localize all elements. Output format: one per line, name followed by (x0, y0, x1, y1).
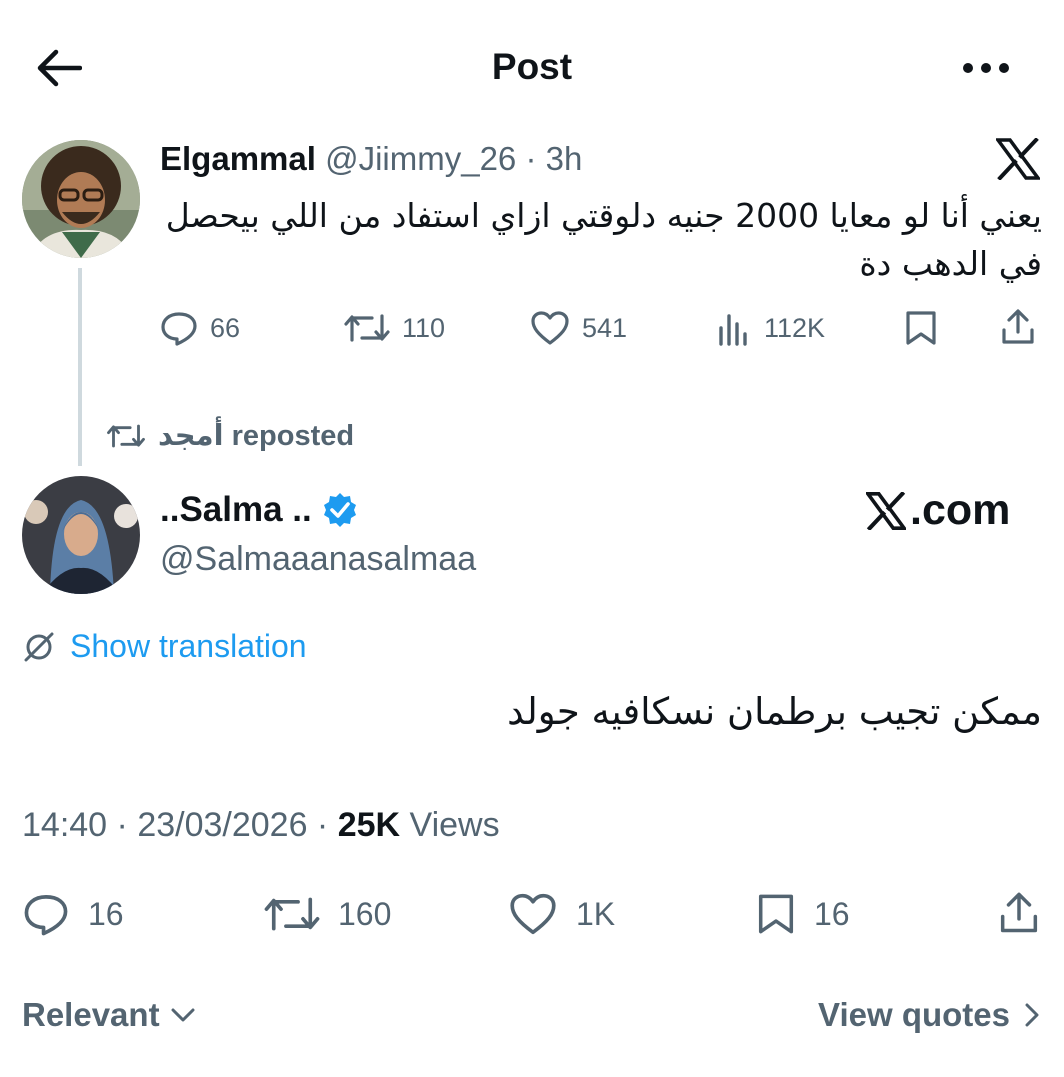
x-logo-icon (996, 138, 1040, 180)
views-icon (719, 314, 747, 346)
meta-separator: · (307, 806, 338, 844)
chevron-down-icon (171, 1008, 195, 1022)
repost-banner: أمجد reposted (106, 418, 354, 453)
chevron-right-icon (1025, 1003, 1039, 1027)
page-title: Post (491, 46, 573, 87)
reply-icon (24, 895, 68, 936)
author-name-row: ..Salma .. (160, 490, 358, 530)
thread-connector-line (78, 268, 82, 466)
post-time[interactable]: 14:40 (22, 806, 107, 844)
watermark: .com (866, 486, 1010, 535)
sort-label: Relevant (22, 996, 160, 1033)
quoted-views-button[interactable]: 112K (716, 310, 825, 346)
quoted-header: Elgammal @Jiimmy_26 · 3h (160, 140, 582, 178)
quoted-bookmark-button[interactable] (904, 310, 938, 346)
watermark-text: .com (910, 486, 1011, 534)
sort-dropdown[interactable]: Relevant (22, 996, 196, 1034)
post-views-count: 25K (337, 806, 401, 844)
repost-icon (264, 897, 320, 931)
post-meta: 14:40 · 23/03/2026 · 25K Views (22, 806, 500, 845)
quoted-text: يعني أنا لو معايا 2000 جنيه دلوقتي ازاي … (165, 196, 1042, 283)
reply-icon (161, 312, 197, 346)
bookmark-button[interactable]: 16 (756, 892, 850, 936)
quoted-separator: · (525, 140, 537, 177)
show-translation-link[interactable]: Show translation (22, 628, 307, 665)
share-icon (1002, 309, 1034, 344)
x-logo-icon (866, 491, 906, 530)
show-translation-label: Show translation (70, 628, 307, 664)
more-icon (963, 63, 1009, 73)
like-button[interactable]: 1K (508, 892, 615, 936)
quoted-display-name[interactable]: Elgammal (160, 140, 316, 177)
author-display-name[interactable]: ..Salma .. (160, 490, 312, 530)
bookmark-count: 16 (814, 895, 850, 932)
post-text: ممكن تجيب برطمان نسكافيه جولد (507, 690, 1042, 733)
meta-separator: · (107, 806, 138, 844)
avatar[interactable] (22, 140, 140, 258)
quoted-handle[interactable]: @Jiimmy_26 (325, 140, 516, 177)
bookmark-icon (906, 311, 936, 345)
quoted-age: 3h (545, 140, 583, 177)
repost-button[interactable]: 160 (264, 892, 391, 936)
reply-button[interactable]: 16 (22, 892, 124, 936)
share-button[interactable] (998, 890, 1040, 936)
translate-icon (24, 632, 54, 661)
repost-count: 160 (338, 895, 392, 932)
bookmark-icon (758, 894, 794, 934)
quoted-repost-button[interactable]: 110 (344, 310, 445, 346)
author-handle[interactable]: @Salmaaanasalmaa (160, 540, 476, 579)
like-icon (510, 893, 556, 935)
quoted-reply-button[interactable]: 66 (160, 310, 240, 346)
post-date[interactable]: 23/03/2026 (137, 806, 307, 844)
share-icon (1000, 892, 1038, 933)
repost-banner-text[interactable]: أمجد reposted (158, 418, 354, 453)
more-button[interactable] (958, 58, 1014, 78)
quoted-repost-count: 110 (402, 312, 446, 343)
quoted-like-button[interactable]: 541 (530, 310, 627, 346)
quoted-reply-count: 66 (210, 312, 241, 343)
post-views-label: Views (400, 806, 500, 844)
quoted-share-button[interactable] (1000, 308, 1036, 346)
repost-icon (344, 314, 390, 342)
repost-icon (107, 424, 145, 447)
view-quotes-label: View quotes (818, 996, 1010, 1033)
avatar[interactable] (22, 476, 140, 594)
verified-icon (323, 493, 356, 527)
reply-count: 16 (88, 895, 124, 932)
like-count: 1K (576, 895, 616, 932)
like-icon (531, 311, 569, 345)
view-quotes-link[interactable]: View quotes (818, 996, 1040, 1034)
quoted-views-count: 112K (764, 312, 826, 343)
quoted-like-count: 541 (582, 312, 628, 343)
